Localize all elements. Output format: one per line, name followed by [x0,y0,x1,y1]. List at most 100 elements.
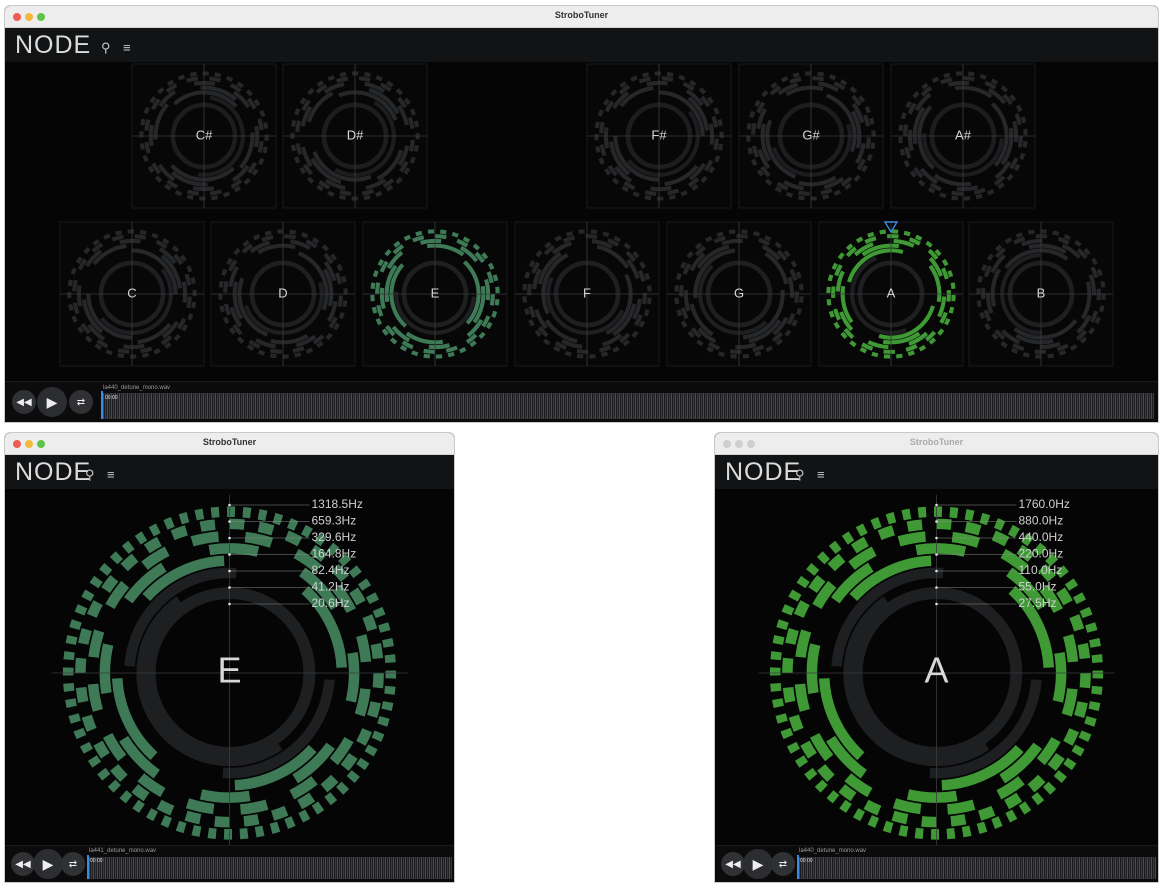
strobe-segment [1079,606,1093,619]
strobe-segment [964,521,982,536]
strobe-segment [89,575,103,589]
strobe-segment [1071,744,1085,757]
app-header: NODE ⚲ ≡ [5,28,1158,62]
freq-dot [935,553,938,556]
strobe-segment [576,353,584,359]
strobe-segment [921,816,937,828]
app-header: NODE ⚲ ≡ [715,455,1158,489]
freq-dot [228,553,231,556]
strobe-segment [199,196,206,201]
strobe-segment [775,713,788,724]
titlebar[interactable]: StroboTuner [715,433,1158,455]
strobe-segment [946,828,956,840]
strobe-segment [435,354,443,359]
strobe-segment [74,604,88,616]
strobe-segment [772,698,784,709]
strobe-segment [178,512,190,525]
freq-dot [935,569,938,573]
strobe-segment [769,667,781,676]
strobe-segment [831,286,836,299]
waveform[interactable] [87,857,452,879]
strobe-segment [65,698,77,709]
loop-button[interactable]: ⇄ [61,852,85,876]
strobe-segment [146,808,159,822]
waveform[interactable] [797,857,1156,879]
freq-label: 55.0Hz [1019,580,1057,594]
strobe-segment [870,517,882,530]
strobe-segment [885,512,897,525]
strobe-segment [81,714,97,732]
playhead[interactable] [101,391,103,419]
loop-button[interactable]: ⇄ [69,390,93,414]
strobe-segment [964,509,975,522]
loop-button[interactable]: ⇄ [771,852,795,876]
strobe-segment [1034,349,1047,354]
strobe-segment [365,592,379,605]
file-name: la440_detune_mono.wav [103,385,171,391]
strobe-segment [223,828,233,840]
strobe-segment [594,134,599,141]
sliders-icon[interactable]: ⚲ [101,40,111,56]
freq-dot [228,586,231,589]
strobe-segment [590,229,598,235]
strobe-segment [883,354,891,359]
strobe-segment [343,288,348,295]
strobe-segment [194,508,205,521]
playhead[interactable] [797,855,799,879]
titlebar[interactable]: StroboTuner [5,6,1158,28]
strobe-segment [229,518,245,530]
strobe-segment [522,283,528,291]
strobe-segment [1018,801,1032,815]
strobe-segment [384,685,396,695]
list-icon[interactable]: ≡ [107,467,115,482]
strobe-segment [109,551,123,565]
strobe-segment [827,553,846,572]
window-title: StroboTuner [202,437,257,447]
list-icon[interactable]: ≡ [123,40,131,55]
freq-label: 41.2Hz [312,580,350,594]
titlebar[interactable]: StroboTuner [5,433,454,455]
playhead[interactable] [87,855,89,879]
strobe-segment [826,790,840,804]
strobe-segment [886,234,899,239]
strobe-segment [898,124,904,131]
strobe-segment [63,683,75,692]
strobe-segment [936,518,952,530]
strobe-segment [284,530,303,547]
strobe-segment [867,815,879,828]
list-icon[interactable]: ≡ [817,467,825,482]
left-window: StroboTuner NODE ⚲ ≡ E 1318.5Hz 659.3Hz 329… [4,432,455,883]
strobe-segment [906,789,958,803]
strobe-segment [994,518,1006,531]
waveform[interactable] [101,393,1154,419]
play-button[interactable]: ▶ [743,849,773,879]
rewind-button[interactable]: ◀◀ [721,852,745,876]
strobe-segment [199,519,216,532]
note-label: A [924,650,948,691]
strobe-segment [1084,716,1097,727]
strobe-segment [729,349,742,354]
sliders-icon[interactable]: ⚲ [85,467,95,483]
strobe-segment [950,814,967,827]
strobe-segment [356,757,370,771]
strobe-segment [320,774,339,793]
strobe-segment [828,540,842,554]
rewind-button[interactable]: ◀◀ [11,852,35,876]
strobe-segment [1053,770,1067,783]
strobe-segment [781,604,795,616]
freq-dot [228,503,231,507]
strobe-segment [440,229,447,235]
strobe-segment [1078,730,1092,742]
sliders-icon[interactable]: ⚲ [795,467,805,483]
strobe-segment [741,229,748,234]
play-button[interactable]: ▶ [37,387,67,417]
strobe-segment [87,755,102,768]
file-name: la441_detune_mono.wav [89,848,157,854]
rewind-button[interactable]: ◀◀ [12,390,36,414]
app-logo: NODE [15,458,92,486]
play-button[interactable]: ▶ [33,849,63,879]
note-label: F# [651,127,667,142]
app-header: NODE ⚲ ≡ [5,455,454,489]
strobe-segment [272,512,284,526]
strobe-segment [1074,701,1088,718]
